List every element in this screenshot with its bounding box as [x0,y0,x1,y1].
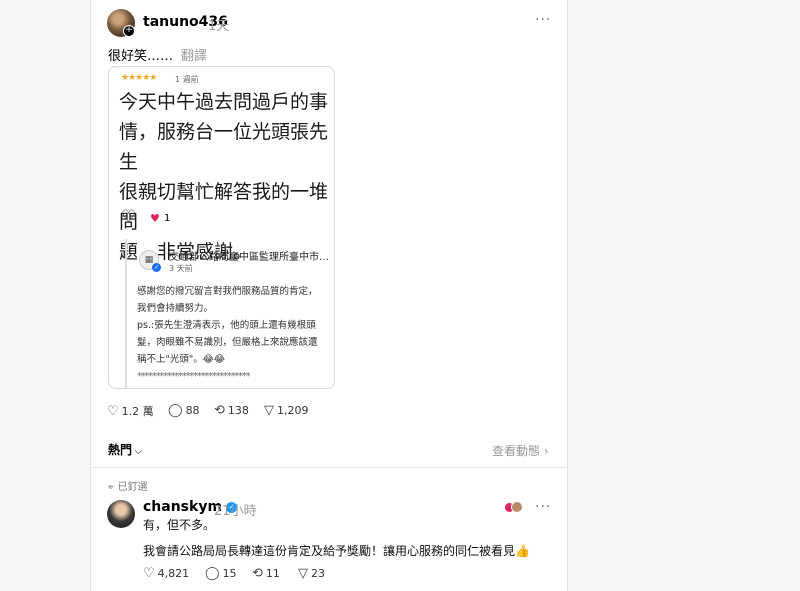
reply-comment-button[interactable]: ◯ 15 [205,566,237,581]
comment-button[interactable]: ◯ 88 [168,403,200,418]
left-gutter [0,0,90,591]
sort-dropdown[interactable]: 熱門 ⌵ [108,441,142,458]
repost-icon: ⟲ [214,403,225,418]
reply-line: 髮，肉眼雖不易識別，但嚴格上來說應該還 [137,337,318,348]
verified-check-icon: ✓ [152,263,161,272]
chevron-right-icon: › [543,444,549,458]
business-reply-text: 感謝您的撥冗留言對我們服務品質的肯定， 我們會持續努力。 ps.:張先生澄清表示… [137,283,331,385]
review-text: 今天中午過去問過戶的事 情，服務台一位光頭張先生 很親切幫忙解答我的一堆問 題，… [119,87,331,267]
review-line: 今天中午過去問過戶的事 [119,91,329,113]
follow-plus-icon[interactable]: + [123,25,135,37]
like-button[interactable]: ♡ 1.2 萬 [107,403,154,419]
reply-avatar[interactable] [107,500,135,528]
liker-avatar [511,501,523,513]
reply-more-options-icon[interactable]: ··· [535,499,551,515]
like-count: 1.2 萬 [121,405,154,418]
reply-time[interactable]: 21小時 [214,500,257,519]
review-heart-count: 1 [164,213,171,224]
business-name: 交通部公路局臺中區監理所臺中市監... [169,252,334,263]
pinned-indicator: ⌖ 已釘選 [108,478,148,493]
reply-share-count: 23 [311,567,325,580]
reply-thread-line [125,239,127,388]
pinned-label: 已釘選 [117,482,148,493]
post-body: 很好笑…… [108,49,174,64]
reply-line-2: 我會請公路局局長轉達這份肯定及給予獎勵！讓用心服務的同仁被看見👍 [143,544,530,558]
share-button[interactable]: ▽ 1,209 [264,403,309,418]
reply-repost-count: 11 [265,567,280,580]
chevron-down-icon: ⌵ [135,447,142,457]
reply-like-count: 4,821 [157,567,190,580]
view-activity-link[interactable]: 查看動態 › [492,442,549,459]
view-activity-label: 查看動態 [492,444,541,458]
repost-count: 138 [227,404,249,417]
share-icon: ▽ [264,403,274,418]
rating-stars: ★★★★★ [121,73,157,83]
reply-comment-count: 15 [222,567,237,580]
reply-repost-button[interactable]: ⟲ 11 [252,566,280,581]
repost-button[interactable]: ⟲ 138 [214,403,249,418]
pin-icon: ⌖ [108,482,114,493]
reply-line-1: 有，但不多。 [143,518,216,532]
heart-icon: ♡ [143,566,155,581]
comment-count: 88 [185,404,200,417]
review-line: 情，服務台一位光頭張先生 [119,121,329,173]
reply-like-button[interactable]: ♡ 4,821 [143,566,189,581]
translate-link[interactable]: 翻譯 [181,49,207,64]
review-age: 1 週前 [175,75,199,84]
repost-icon: ⟲ [252,566,263,581]
reply-line: 我們會持續努力。 [137,303,214,314]
post-time[interactable]: 1天 [208,15,229,34]
divider [90,467,568,468]
comment-icon: ◯ [205,566,220,581]
share-icon: ▽ [298,566,308,581]
reply-line: 感謝您的撥冗留言對我們服務品質的肯定， [137,286,318,297]
reply-share-button[interactable]: ▽ 23 [298,566,325,581]
reply-username[interactable]: chanskym [143,499,222,515]
share-count: 1,209 [277,404,309,417]
more-options-icon[interactable]: ··· [535,12,551,28]
heart-icon: ♡ [107,404,119,419]
reply-line: ****************************** [137,371,251,382]
heart-outline-icon: ♡ [121,207,137,227]
embedded-review-image[interactable]: ★★★★★ 1 週前 今天中午過去問過戶的事 情，服務台一位光頭張先生 很親切幫… [108,66,335,389]
comment-icon: ◯ [168,403,183,418]
post-text: 很好笑…… 翻譯 [108,45,207,64]
reply-line: ps.:張先生澄清表示，他的頭上還有幾根頭 [137,320,316,331]
heart-filled-icon: ♥ [150,212,160,225]
reply-line: 稱不上"光頭"。😂😂 [137,354,225,365]
review-line: 很親切幫忙解答我的一堆問 [119,181,329,233]
sort-label: 熱門 [108,443,133,457]
business-reply-age: 3 天前 [169,264,193,273]
